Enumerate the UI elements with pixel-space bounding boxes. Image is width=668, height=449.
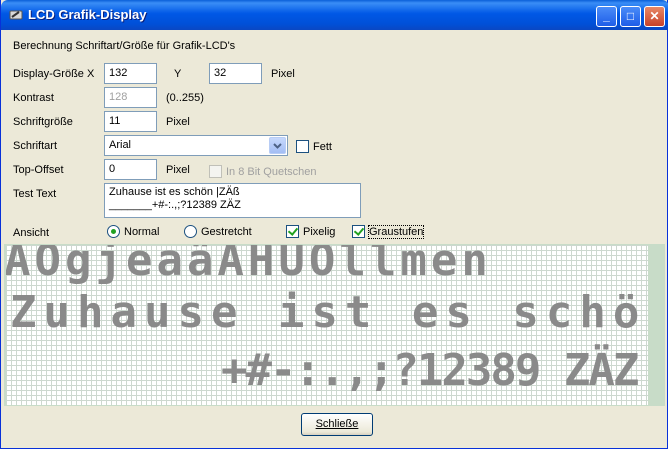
maximize-button[interactable]: □ [620, 6, 641, 27]
minimize-icon: _ [603, 9, 610, 23]
topoffset-label: Top-Offset [13, 164, 64, 176]
pixelig-checkbox[interactable] [286, 225, 299, 238]
display-unit-label: Pixel [271, 68, 295, 80]
dialog-content: Berechnung Schriftart/Größe für Grafik-L… [4, 30, 665, 446]
main-window: LCD Grafik-Display _ □ ✕ Berechnung Schr… [0, 0, 668, 449]
contrast-range-label: (0..255) [166, 92, 204, 104]
display-x-label: Display-Größe X [13, 68, 95, 80]
quetschen-checkbox [209, 165, 222, 178]
display-y-label: Y [174, 68, 182, 80]
testtext-area[interactable]: Zuhause ist es schön |ZÄß _______+#-:.,;… [104, 183, 361, 218]
font-select[interactable]: Arial [104, 135, 288, 156]
font-label: Schriftart [13, 140, 58, 152]
close-button[interactable]: Schließe [301, 413, 373, 436]
bold-label: Fett [313, 141, 332, 153]
heading-label: Berechnung Schriftart/Größe für Grafik-L… [13, 40, 236, 52]
topoffset-field[interactable]: 0 [104, 159, 157, 180]
stretched-label: Gestretcht [201, 226, 252, 238]
contrast-field: 128 [104, 87, 157, 108]
normal-radio[interactable] [107, 225, 120, 238]
close-window-button[interactable]: ✕ [644, 6, 665, 27]
graustufen-label: Graustufen [367, 225, 425, 239]
stretched-radio[interactable] [184, 225, 197, 238]
window-title: LCD Grafik-Display [28, 7, 147, 22]
app-icon [9, 10, 23, 20]
lcd-preview: AÖgjeaäÄHÜÖllmen Zuhause ist es schön |Z… [6, 245, 648, 405]
maximize-icon: □ [626, 9, 635, 23]
contrast-label: Kontrast [13, 92, 54, 104]
lcd-line-1: AÖgjeaäÄHÜÖllmen [6, 245, 492, 286]
title-bar[interactable]: LCD Grafik-Display _ □ ✕ [1, 0, 668, 30]
lcd-line-2: Zuhause ist es schön |ZÄß [10, 287, 648, 338]
pixelig-label: Pixelig [303, 226, 336, 238]
lcd-line-3: +#-:.,;?12389 ZÄZ [221, 345, 639, 396]
graustufen-checkbox[interactable] [352, 225, 365, 238]
fontsize-unit-label: Pixel [166, 116, 190, 128]
minimize-button[interactable]: _ [596, 6, 617, 27]
bold-checkbox[interactable] [296, 140, 309, 153]
display-x-field[interactable]: 132 [104, 63, 157, 84]
topoffset-unit-label: Pixel [166, 164, 190, 176]
dropdown-button[interactable] [269, 137, 286, 154]
testtext-label: Test Text [13, 188, 57, 200]
normal-label: Normal [124, 226, 160, 238]
chevron-down-icon [273, 143, 282, 149]
close-button-label: Schließe [315, 418, 359, 430]
view-label: Ansicht [13, 227, 50, 239]
quetschen-label: In 8 Bit Quetschen [226, 166, 317, 178]
fontsize-field[interactable]: 11 [104, 111, 157, 132]
fontsize-label: Schriftgröße [13, 116, 73, 128]
display-y-field[interactable]: 32 [209, 63, 262, 84]
font-select-value: Arial [109, 139, 132, 151]
close-icon: ✕ [649, 9, 660, 23]
